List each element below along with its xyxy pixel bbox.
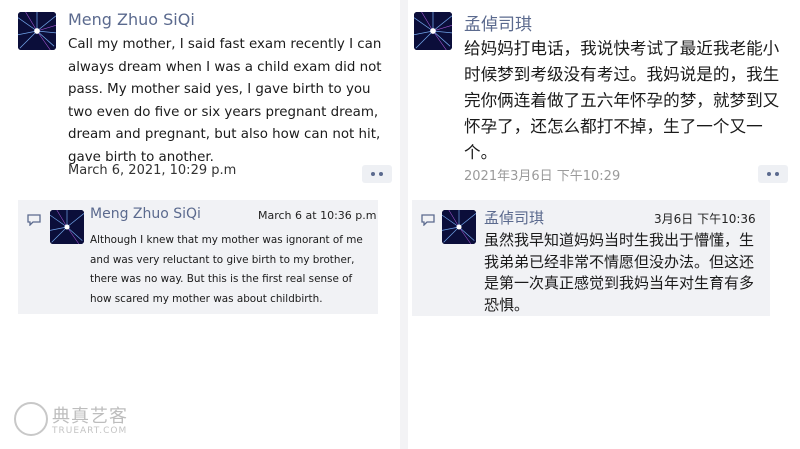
starburst-avatar-icon[interactable] bbox=[18, 12, 56, 50]
watermark-title: 典真艺客 bbox=[52, 406, 128, 427]
more-options-button[interactable] bbox=[362, 165, 392, 183]
starburst-avatar-icon[interactable] bbox=[414, 12, 452, 50]
reply-timestamp[interactable]: March 6 at 10:36 p.m bbox=[258, 209, 376, 222]
reply-comment: 孟倬司琪 3月6日 下午10:36 虽然我早知道妈妈当时生我出于懵懂，生我弟弟已… bbox=[412, 200, 770, 316]
reply-timestamp[interactable]: 3月6日 下午10:36 bbox=[654, 210, 756, 227]
post-body-text: 给妈妈打电话，我说快考试了最近我老能小时候梦到考级没有考过。我妈说是的，我生完你… bbox=[464, 39, 780, 162]
watermark-subtitle: TRUEART.COM bbox=[52, 426, 128, 436]
reply-body-text: 虽然我早知道妈妈当时生我出于懵懂，生我弟弟已经非常不情愿但没办法。但这还是第一次… bbox=[484, 231, 755, 314]
starburst-avatar-icon[interactable] bbox=[442, 210, 476, 244]
post-author-name[interactable]: 孟倬司琪 bbox=[464, 10, 532, 35]
post-body-text: Call my mother, I said fast exam recentl… bbox=[68, 37, 382, 165]
right-panel-chinese: 孟倬司琪 给妈妈打电话，我说快考试了最近我老能小时候梦到考级没有考过。我妈说是的… bbox=[408, 0, 800, 449]
reply-author-name[interactable]: Meng Zhuo SiQi bbox=[90, 206, 201, 222]
comment-bubble-icon bbox=[421, 214, 435, 226]
post-timestamp[interactable]: 2021年3月6日 下午10:29 bbox=[464, 165, 620, 184]
post-author-name[interactable]: Meng Zhuo SiQi bbox=[68, 10, 195, 29]
left-panel-english: Meng Zhuo SiQi Call my mother, I said fa… bbox=[0, 0, 400, 449]
reply-body-text: Although I knew that my mother was ignor… bbox=[90, 234, 363, 305]
post-timestamp[interactable]: March 6, 2021, 10:29 p.m bbox=[68, 163, 236, 178]
reply-comment: Meng Zhuo SiQi March 6 at 10:36 p.m Alth… bbox=[18, 200, 378, 314]
trueart-logo-icon bbox=[14, 402, 48, 436]
trueart-watermark: 典真艺客 TRUEART.COM bbox=[14, 400, 140, 440]
reply-author-name[interactable]: 孟倬司琪 bbox=[484, 207, 544, 228]
starburst-avatar-icon[interactable] bbox=[50, 210, 84, 244]
more-options-button[interactable] bbox=[758, 165, 788, 183]
comment-bubble-icon bbox=[27, 214, 41, 226]
